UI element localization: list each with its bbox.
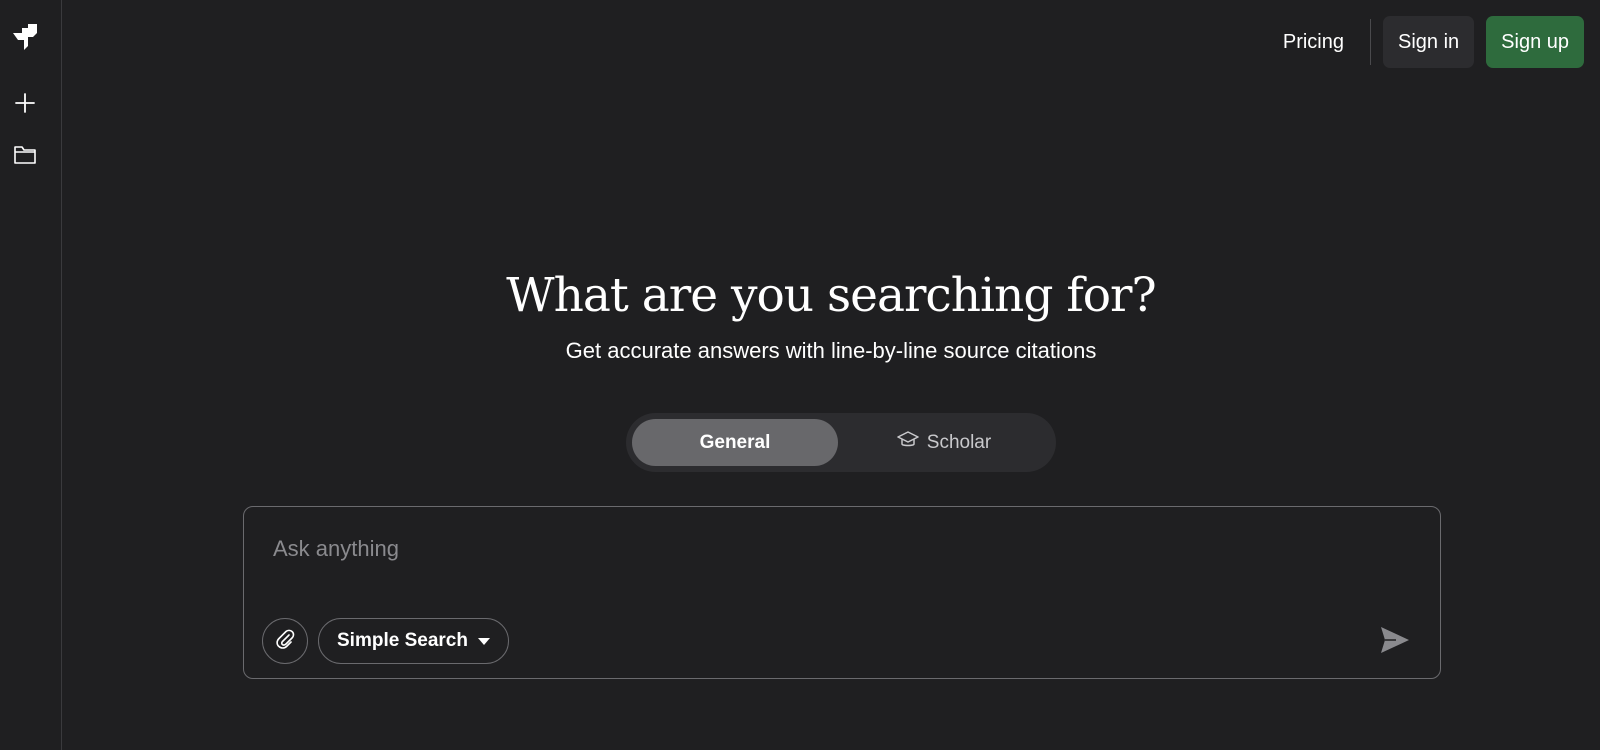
- sign-in-button[interactable]: Sign in: [1383, 16, 1475, 68]
- app-root: Pricing Sign in Sign up What are you sea…: [0, 0, 1600, 750]
- tab-scholar[interactable]: Scholar: [838, 419, 1050, 466]
- page-title: What are you searching for?: [506, 268, 1156, 323]
- plus-icon[interactable]: [12, 90, 38, 116]
- page-subtitle: Get accurate answers with line-by-line s…: [565, 338, 1097, 363]
- caret-down-icon: [477, 630, 490, 652]
- send-icon: [1380, 626, 1410, 659]
- attach-button[interactable]: [262, 618, 308, 664]
- search-box: Simple Search: [243, 506, 1441, 679]
- graduation-cap-icon: [897, 430, 919, 455]
- nav-divider: [1370, 19, 1371, 65]
- search-mode-dropdown[interactable]: Simple Search: [318, 618, 509, 664]
- send-button[interactable]: [1378, 625, 1412, 659]
- search-input[interactable]: [273, 529, 1373, 569]
- logo-icon[interactable]: [12, 24, 38, 50]
- tab-scholar-label: Scholar: [926, 431, 992, 453]
- sign-up-button[interactable]: Sign up: [1486, 16, 1584, 68]
- top-nav: Pricing Sign in Sign up: [1269, 16, 1584, 68]
- paperclip-icon: [274, 628, 296, 655]
- sidebar: [0, 0, 62, 750]
- mode-toggle: General Scholar: [626, 413, 1056, 472]
- pricing-link[interactable]: Pricing: [1269, 16, 1358, 68]
- folder-icon[interactable]: [12, 142, 38, 168]
- tab-general[interactable]: General: [632, 419, 838, 466]
- search-mode-label: Simple Search: [337, 630, 468, 651]
